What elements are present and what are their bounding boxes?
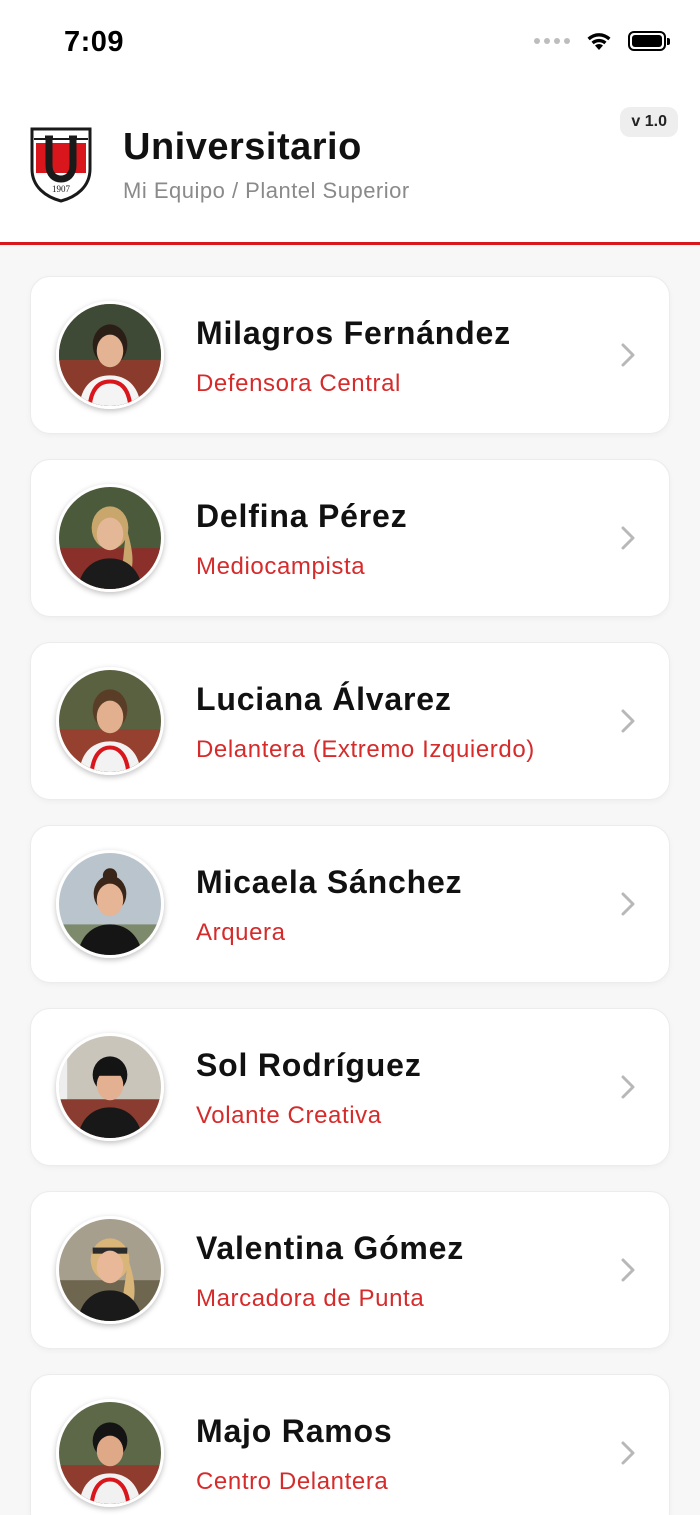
player-card[interactable]: Valentina Gómez Marcadora de Punta [30,1191,670,1349]
version-badge: v 1.0 [620,107,678,137]
app-title: Universitario [123,126,362,168]
player-position: Marcadora de Punta [196,1285,425,1312]
player-name: Milagros Fernández [196,315,511,351]
player-avatar [56,667,164,775]
club-logo: 1907 [28,125,94,203]
chevron-right-icon [621,892,635,916]
player-position: Delantera (Extremo Izquierdo) [196,736,535,763]
app-header: 1907 Universitario Mi Equipo / Plantel S… [0,90,700,245]
chevron-right-icon [621,526,635,550]
chevron-right-icon [621,709,635,733]
player-avatar [56,484,164,592]
player-avatar [56,1033,164,1141]
player-name: Luciana Álvarez [196,681,452,717]
breadcrumb: Mi Equipo / Plantel Superior [123,178,410,203]
status-bar: 7:09 [0,0,700,90]
chevron-right-icon [621,1441,635,1465]
chevron-right-icon [621,1258,635,1282]
player-name: Valentina Gómez [196,1230,465,1266]
player-avatar [56,850,164,958]
status-time: 7:09 [64,26,125,58]
player-position: Defensora Central [196,370,401,397]
chevron-right-icon [621,1075,635,1099]
player-avatar [56,301,164,409]
wifi-icon [587,33,611,50]
player-card[interactable]: Milagros Fernández Defensora Central [30,276,670,434]
player-avatar [56,1399,164,1507]
player-position: Arquera [196,919,286,946]
player-name: Majo Ramos [196,1413,393,1449]
player-card[interactable]: Micaela Sánchez Arquera [30,825,670,983]
player-avatar [56,1216,164,1324]
player-list: Milagros Fernández Defensora Central Del… [30,276,670,1515]
player-name: Sol Rodríguez [196,1047,422,1083]
status-icons [534,30,670,52]
svg-text:1907: 1907 [52,184,71,194]
player-card[interactable]: Luciana Álvarez Delantera (Extremo Izqui… [30,642,670,800]
chevron-right-icon [621,343,635,367]
cellular-signal-icon [534,38,570,44]
player-position: Volante Creativa [196,1102,382,1129]
player-name: Delfina Pérez [196,498,408,534]
battery-icon [628,31,670,51]
player-card[interactable]: Majo Ramos Centro Delantera [30,1374,670,1515]
player-name: Micaela Sánchez [196,864,463,900]
player-position: Mediocampista [196,553,366,580]
player-card[interactable]: Delfina Pérez Mediocampista [30,459,670,617]
player-position: Centro Delantera [196,1468,389,1495]
player-card[interactable]: Sol Rodríguez Volante Creativa [30,1008,670,1166]
app-screen: 7:09 1907 Universitario Mi Equipo / Plan… [0,0,700,1515]
